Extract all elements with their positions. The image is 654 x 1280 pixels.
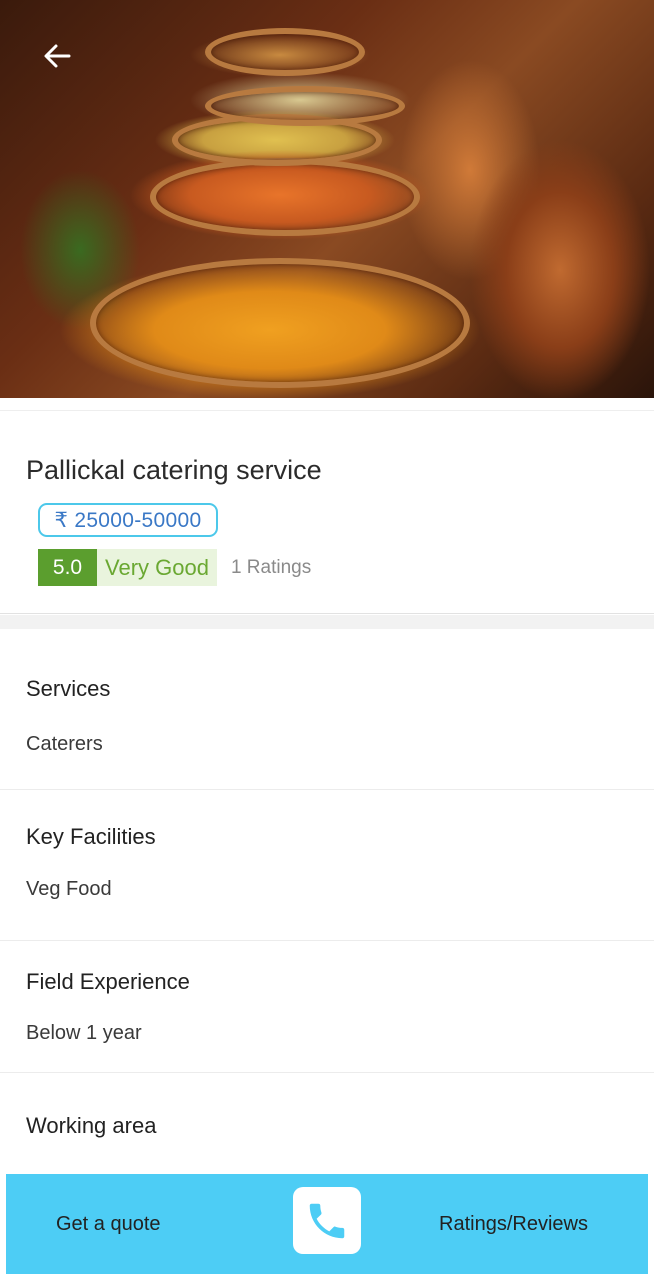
pot-rim (205, 86, 405, 126)
phone-icon (309, 1203, 345, 1238)
section-working-area: Working area (0, 1073, 654, 1174)
pot-rim (90, 258, 470, 388)
rating-score: 5.0 (38, 549, 97, 586)
bottom-action-bar: Get a quote Ratings/Reviews (6, 1174, 648, 1274)
section-heading: Key Facilities (26, 824, 156, 849)
section-value: Below 1 year (26, 1022, 142, 1044)
pot-rim (150, 158, 420, 236)
call-button[interactable] (293, 1187, 361, 1254)
hero-image (0, 0, 654, 398)
rating-label: Very Good (97, 549, 217, 586)
listing-title: Pallickal catering service (26, 455, 322, 485)
section-value: Caterers (26, 733, 103, 755)
section-heading: Services (26, 676, 111, 701)
section-heading: Working area (26, 1113, 157, 1138)
pot-rim (205, 28, 365, 76)
section-key-facilities: Key Facilities Veg Food (0, 790, 654, 941)
section-services: Services Caterers (0, 629, 654, 790)
section-value: Veg Food (26, 878, 112, 900)
back-button[interactable] (36, 38, 78, 74)
section-field-experience: Field Experience Below 1 year (0, 941, 654, 1073)
rating-row: 5.0 Very Good 1 Ratings (38, 549, 311, 586)
arrow-left-icon (44, 44, 71, 68)
price-range-badge: ₹ 25000-50000 (38, 503, 218, 537)
ratings-reviews-button[interactable]: Ratings/Reviews (439, 1213, 588, 1236)
section-divider (0, 615, 654, 629)
listing-summary-card: Pallickal catering service ₹ 25000-50000… (0, 410, 654, 614)
rating-count: 1 Ratings (230, 556, 312, 578)
get-quote-button[interactable]: Get a quote (56, 1213, 161, 1236)
section-heading: Field Experience (26, 969, 190, 994)
